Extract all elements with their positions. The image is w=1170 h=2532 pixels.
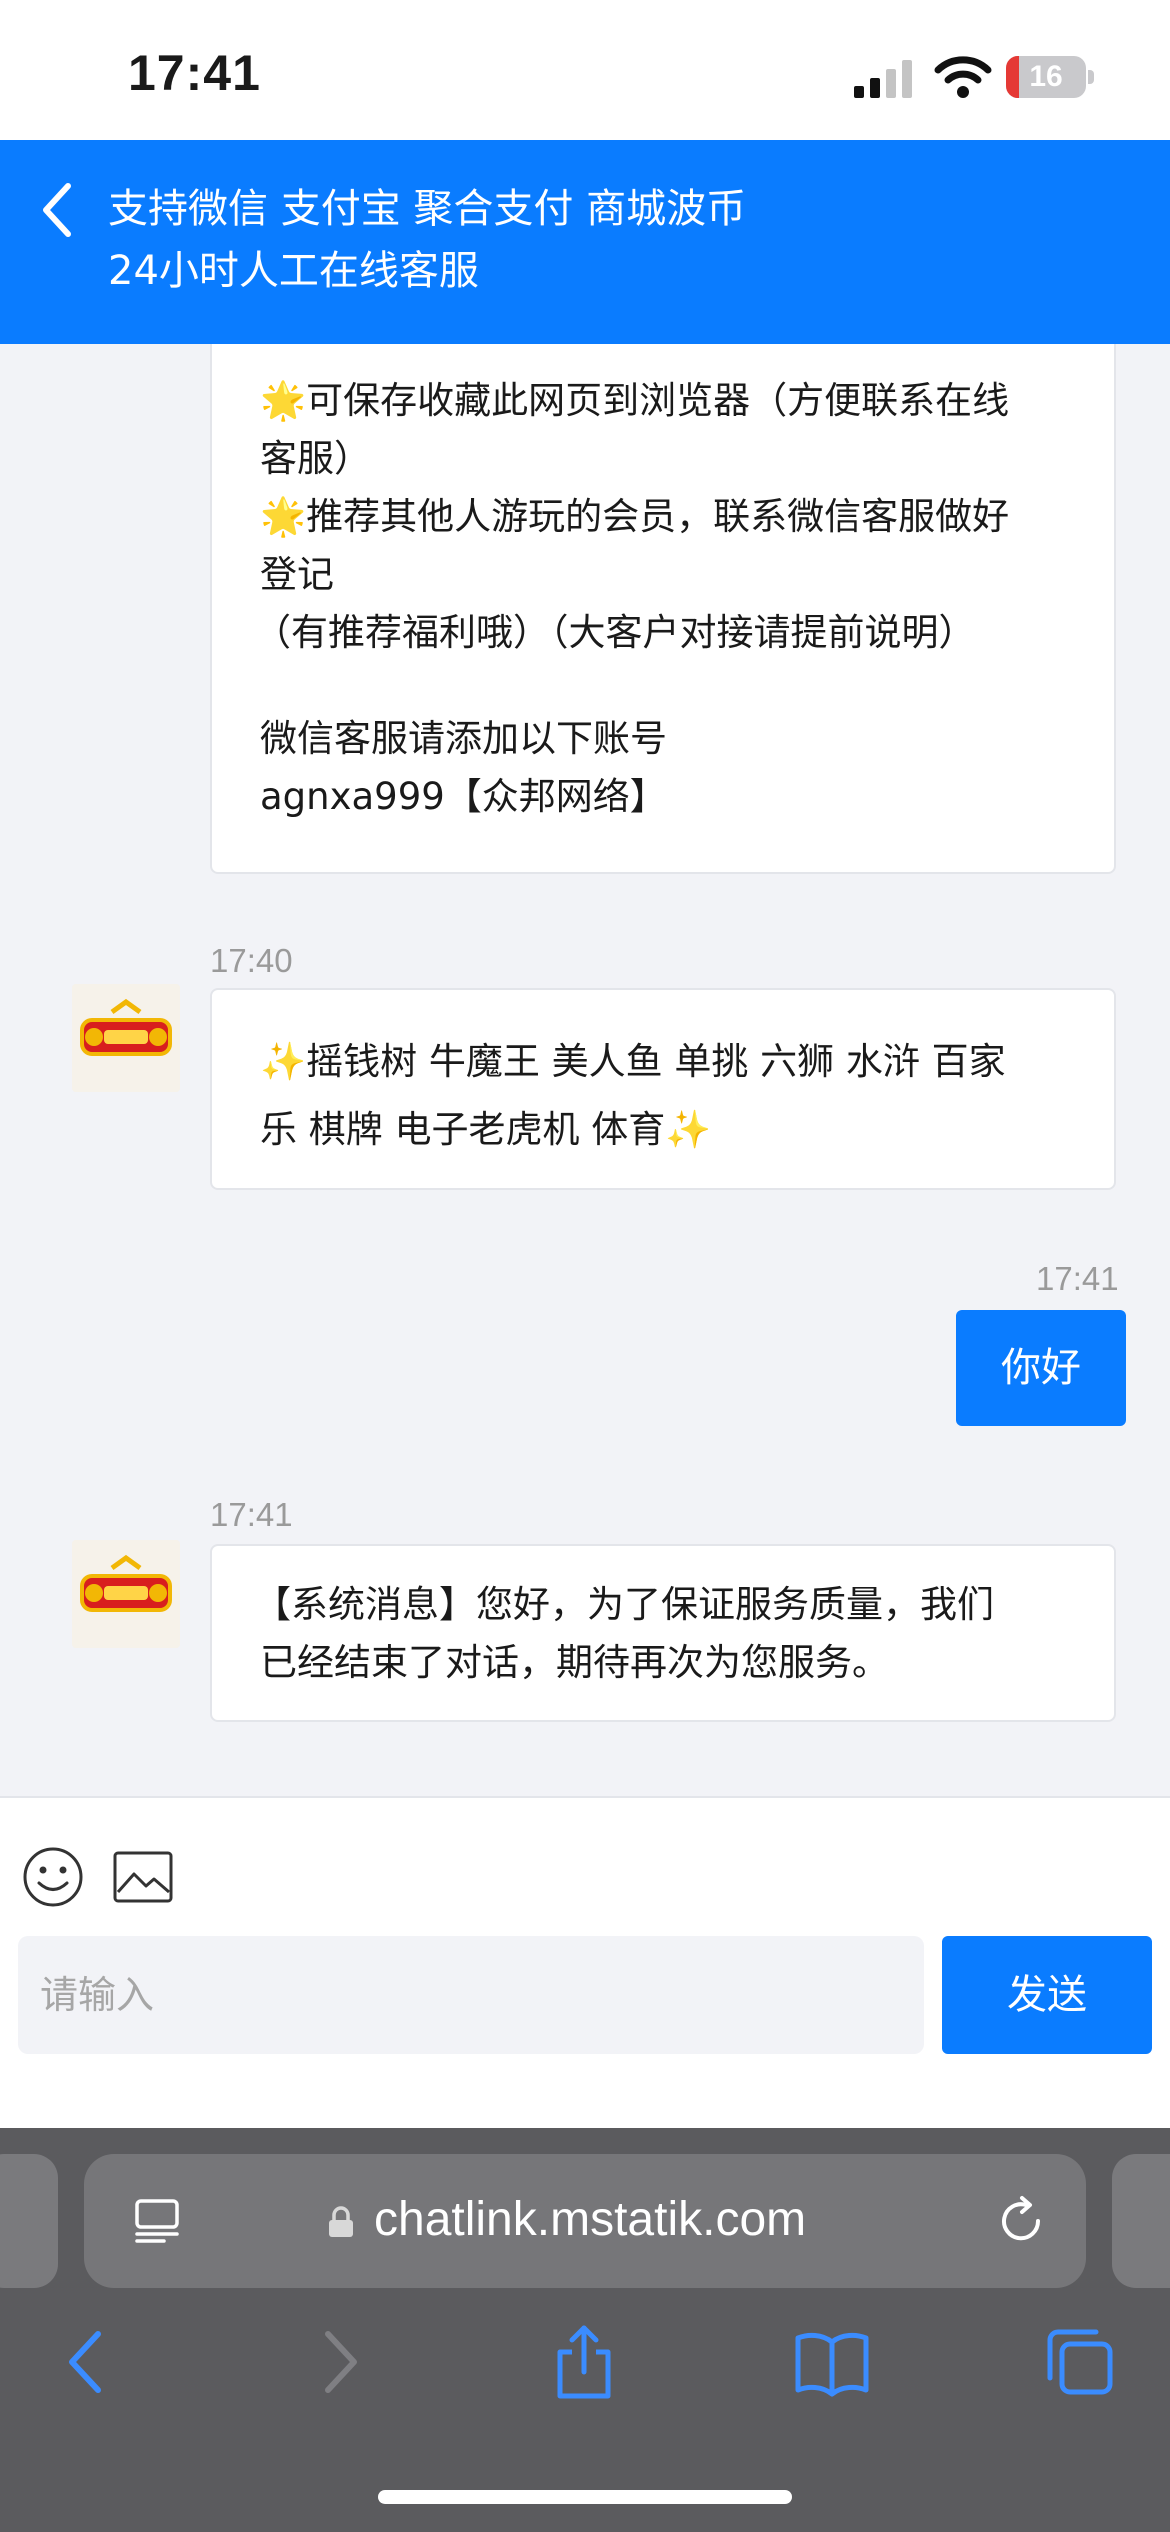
agent-avatar (72, 984, 180, 1092)
reload-icon[interactable] (994, 2194, 1048, 2248)
message-timestamp: 17:41 (210, 1496, 293, 1533)
lock-icon (329, 2206, 353, 2237)
message-line: 【系统消息】您好，为了保证服务质量，我们 (254, 1583, 994, 1626)
received-message-bubble: 【系统消息】您好，为了保证服务质量，我们 已经结束了对话，期待再次为您服务。 (210, 1544, 1116, 1722)
status-time: 17:41 (128, 45, 261, 101)
message-line: 🌟可保存收藏此网页到浏览器（方便联系在线 (260, 379, 1010, 422)
message-composer: 发送 (0, 1796, 1170, 2128)
chat-message-list[interactable]: 🌟可保存收藏此网页到浏览器（方便联系在线 客服） 🌟推荐其他人游玩的会员，联系微… (0, 344, 1170, 1796)
home-indicator (378, 2490, 792, 2504)
message-timestamp: 17:40 (210, 942, 293, 979)
message-line: agnxa999【众邦网络】 (260, 775, 667, 818)
bookmarks-icon[interactable] (794, 2324, 870, 2400)
next-tab-preview[interactable] (1112, 2154, 1170, 2288)
message-line: 微信客服请添加以下账号 (260, 717, 667, 760)
message-line: ✨摇钱树 牛魔王 美人鱼 单挑 六狮 水浒 百家 (260, 1040, 1006, 1083)
status-bar: 17:41 16 (0, 0, 1170, 140)
message-line: 已经结束了对话，期待再次为您服务。 (260, 1641, 889, 1684)
share-icon[interactable] (546, 2324, 622, 2400)
wifi-icon (934, 56, 992, 98)
fortune-avatar-icon (72, 984, 180, 1092)
send-button[interactable]: 发送 (942, 1936, 1152, 2054)
received-message-bubble: 🌟可保存收藏此网页到浏览器（方便联系在线 客服） 🌟推荐其他人游玩的会员，联系微… (210, 344, 1116, 874)
message-line: 🌟推荐其他人游玩的会员，联系微信客服做好 (260, 495, 1010, 538)
message-input[interactable] (18, 1936, 924, 2054)
message-line: 客服） (260, 437, 371, 480)
battery-level: 16 (1029, 60, 1063, 93)
sent-message-bubble: 你好 (956, 1310, 1126, 1426)
fortune-avatar-icon (72, 1540, 180, 1648)
cellular-signal-icon (854, 60, 912, 98)
reader-icon[interactable] (134, 2198, 180, 2244)
received-message-bubble: ✨摇钱树 牛魔王 美人鱼 单挑 六狮 水浒 百家 乐 棋牌 电子老虎机 体育✨ (210, 988, 1116, 1190)
battery-tip (1088, 70, 1094, 84)
message-timestamp: 17:41 (1036, 1260, 1119, 1297)
message-line: （有推荐福利哦）（大客户对接请提前说明） (254, 611, 976, 654)
smiley-icon[interactable] (22, 1846, 84, 1908)
url-text: chatlink.mstatik.com (374, 2193, 807, 2246)
browser-toolbar: chatlink.mstatik.com (0, 2128, 1170, 2532)
chat-header: 支持微信 支付宝 聚合支付 商城波币 24小时人工在线客服 (0, 140, 1170, 344)
chevron-left-icon[interactable] (38, 180, 78, 240)
header-title: 支持微信 支付宝 聚合支付 商城波币 (108, 186, 747, 232)
back-arrow-icon[interactable] (50, 2324, 126, 2400)
previous-tab-preview[interactable] (0, 2154, 58, 2288)
tabs-icon[interactable] (1042, 2324, 1118, 2400)
message-line: 乐 棋牌 电子老虎机 体育✨ (260, 1108, 712, 1151)
address-bar[interactable]: chatlink.mstatik.com (84, 2154, 1086, 2288)
header-subtitle: 24小时人工在线客服 (108, 248, 479, 294)
forward-arrow-icon[interactable] (300, 2324, 376, 2400)
message-line: 登记 (260, 553, 334, 596)
battery-indicator: 16 (1006, 56, 1086, 98)
image-icon[interactable] (112, 1848, 174, 1906)
agent-avatar (72, 1540, 180, 1648)
message-line (260, 662, 1066, 710)
